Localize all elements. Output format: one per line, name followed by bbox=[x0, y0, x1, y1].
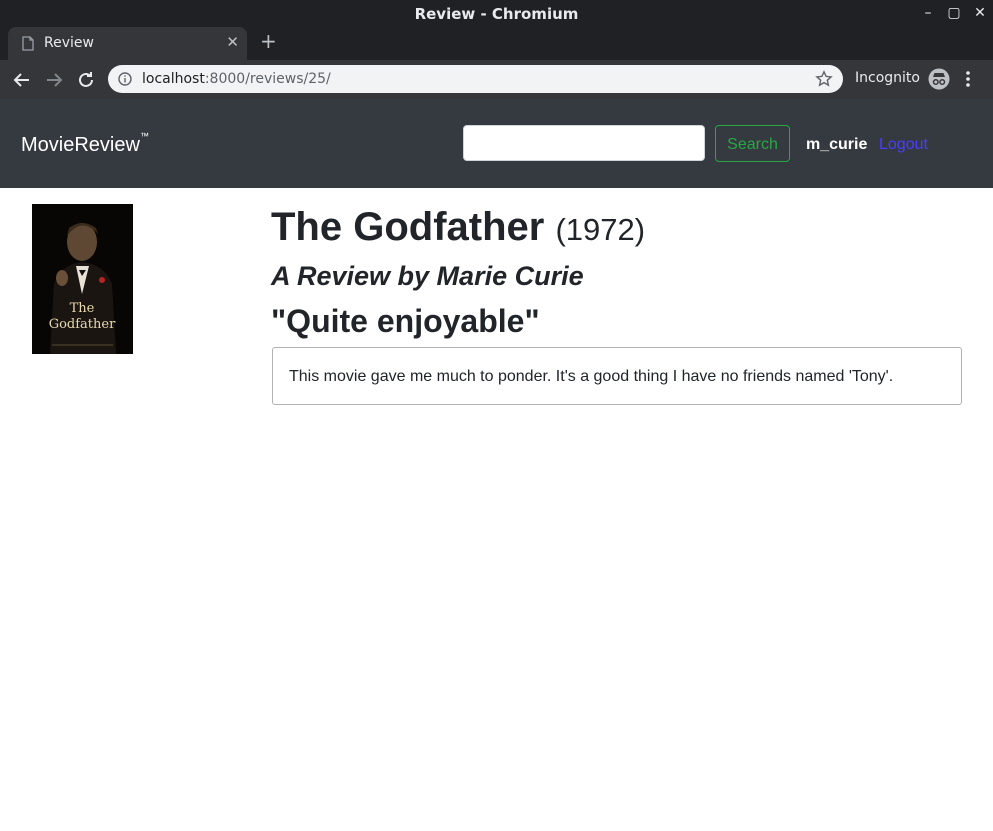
url-path: :8000/reviews/25/ bbox=[204, 71, 331, 87]
poster-text-the: The bbox=[70, 301, 95, 316]
search-input[interactable] bbox=[463, 125, 705, 161]
minimize-icon[interactable]: – bbox=[918, 4, 938, 22]
window-title: Review - Chromium bbox=[414, 5, 579, 23]
review-body-text: This movie gave me much to ponder. It's … bbox=[289, 368, 894, 385]
forward-icon[interactable] bbox=[42, 68, 66, 92]
tab-strip: Review ✕ + bbox=[0, 27, 993, 60]
review-byline: A Review by Marie Curie bbox=[271, 261, 584, 291]
back-icon[interactable] bbox=[10, 68, 34, 92]
poster-text-godfather: Godfather bbox=[49, 317, 116, 332]
username-label: m_curie bbox=[806, 136, 868, 153]
address-bar[interactable]: localhost:8000/reviews/25/ bbox=[108, 65, 843, 93]
trademark-mark: ™ bbox=[139, 131, 149, 142]
incognito-icon[interactable] bbox=[928, 68, 950, 95]
close-window-icon[interactable]: ✕ bbox=[970, 4, 990, 22]
bookmark-star-icon[interactable] bbox=[815, 70, 833, 93]
movie-year: (1972) bbox=[555, 212, 646, 247]
browser-toolbar: localhost:8000/reviews/25/ Incognito bbox=[0, 60, 993, 99]
new-tab-icon[interactable]: + bbox=[260, 29, 277, 53]
url-text: localhost:8000/reviews/25/ bbox=[142, 71, 331, 87]
tab-label: Review bbox=[44, 35, 94, 51]
maximize-icon[interactable]: ▢ bbox=[944, 4, 964, 22]
tab-review[interactable]: Review ✕ bbox=[8, 27, 247, 60]
tab-close-icon[interactable]: ✕ bbox=[226, 33, 239, 51]
site-navbar: MovieReview™ Search m_curie Logout bbox=[0, 99, 993, 188]
search-button[interactable]: Search bbox=[715, 125, 790, 162]
brand-link[interactable]: MovieReview™ bbox=[21, 131, 149, 157]
movie-title-heading: The Godfather (1972) bbox=[271, 205, 645, 250]
review-body-card: This movie gave me much to ponder. It's … bbox=[272, 347, 962, 405]
logout-link[interactable]: Logout bbox=[879, 136, 928, 154]
review-headline: "Quite enjoyable" bbox=[271, 303, 540, 339]
document-icon bbox=[22, 36, 34, 56]
browser-menu-icon[interactable] bbox=[965, 70, 971, 93]
reload-icon[interactable] bbox=[74, 68, 98, 92]
incognito-label: Incognito bbox=[855, 70, 920, 86]
movie-title: The Godfather bbox=[271, 205, 545, 249]
window-titlebar: Review - Chromium – ▢ ✕ bbox=[0, 0, 993, 27]
site-info-icon[interactable] bbox=[118, 72, 132, 91]
url-host: localhost bbox=[142, 71, 205, 87]
brand-name: MovieReview bbox=[21, 134, 140, 156]
movie-poster: The Godfather bbox=[32, 204, 133, 354]
